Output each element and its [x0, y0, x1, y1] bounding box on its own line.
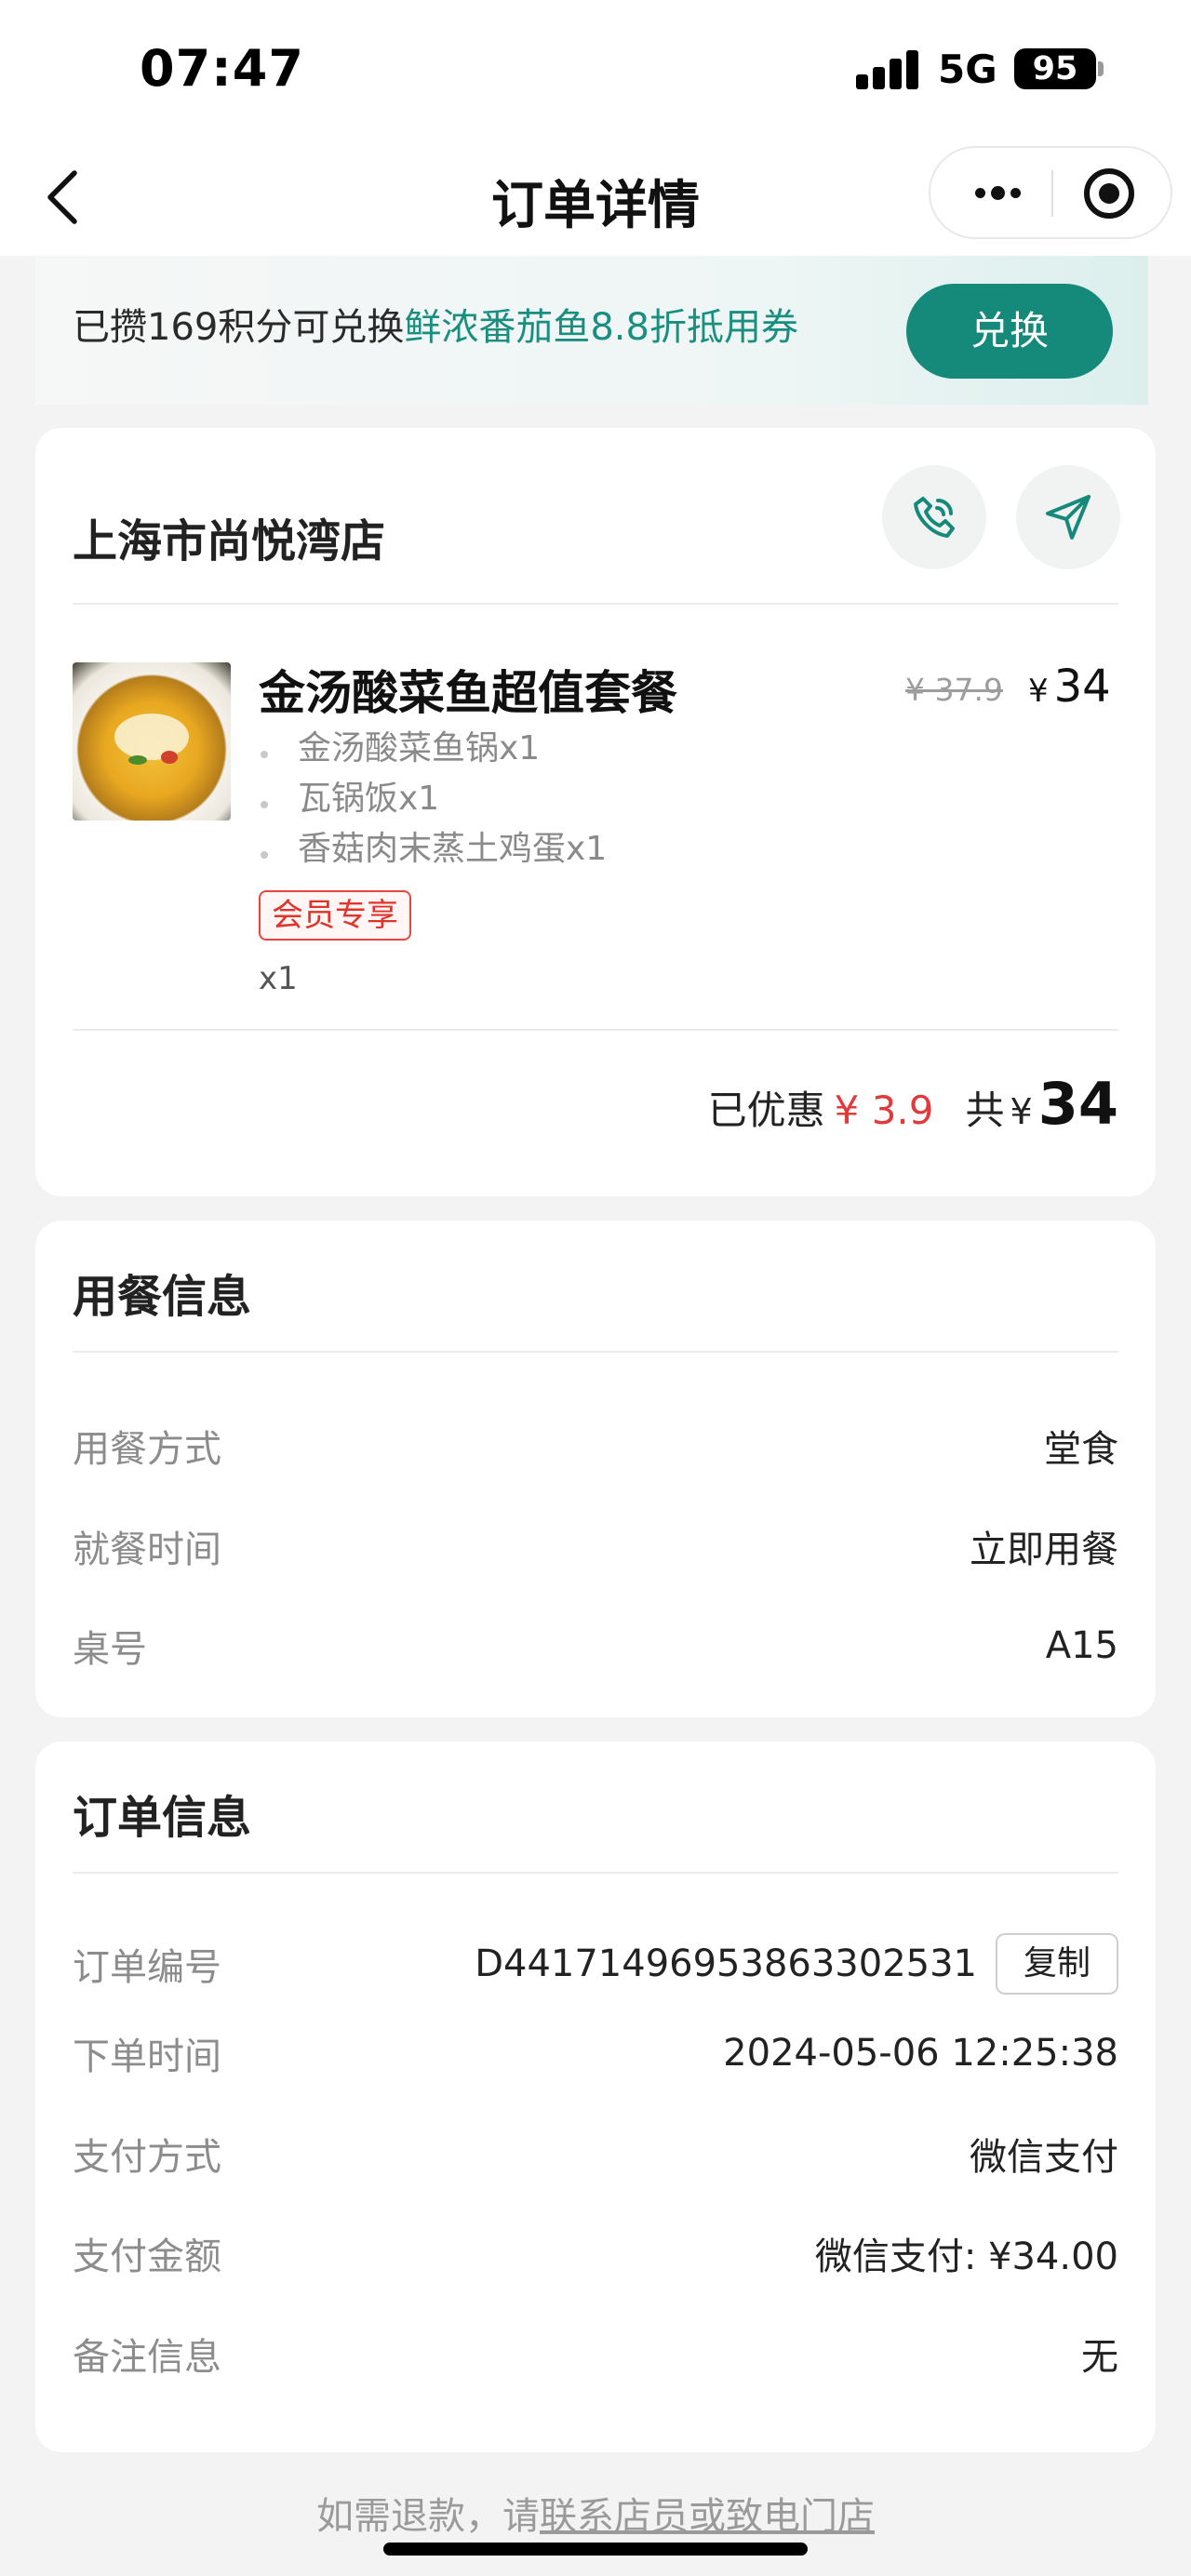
- row-label: 桌号: [73, 1628, 147, 1671]
- list-item: 瓦锅饭x1: [259, 774, 607, 824]
- network-label: 5G: [938, 47, 997, 92]
- current-price: ¥34: [1028, 661, 1111, 713]
- order-number-group: D44171496953863302531 复制: [475, 1933, 1118, 1995]
- original-price: ¥ 37.9: [905, 672, 1003, 708]
- order-info-card: 订单信息 订单编号 D44171496953863302531 复制 下单时间 …: [35, 1742, 1156, 2452]
- target-icon[interactable]: [1084, 168, 1134, 219]
- row-label: 支付金额: [73, 2236, 221, 2278]
- status-bar: 07:47 5G 95: [0, 0, 1191, 140]
- nav-bar: 订单详情: [0, 140, 1191, 256]
- dish-image: [73, 662, 231, 821]
- promo-coupon-name: 鲜浓番茄鱼8.8折抵用券: [404, 306, 798, 349]
- dining-time-row: 就餐时间 立即用餐: [73, 1518, 1118, 1574]
- promo-text: 已攒169积分可兑换鲜浓番茄鱼8.8折抵用券: [73, 297, 798, 351]
- store-name: 上海市尚悦湾店: [73, 515, 386, 567]
- row-value: 堂食: [1044, 1428, 1118, 1471]
- row-label: 用餐方式: [73, 1428, 221, 1471]
- points-promo-banner: 已攒169积分可兑换鲜浓番茄鱼8.8折抵用券 兑换: [35, 256, 1148, 405]
- current-price-value: 34: [1053, 661, 1111, 713]
- contact-store-link[interactable]: 联系店员或致电门店: [540, 2495, 875, 2538]
- row-value: A15: [1045, 1624, 1118, 1667]
- member-exclusive-badge: 会员专享: [259, 890, 411, 941]
- phone-icon: [914, 497, 955, 538]
- row-label: 支付方式: [73, 2136, 221, 2179]
- row-label: 备注信息: [73, 2336, 221, 2379]
- battery-tip: [1098, 61, 1104, 76]
- discount-label: 已优惠: [707, 1088, 825, 1133]
- row-label: 下单时间: [73, 2035, 221, 2078]
- set-components-list: 金汤酸菜鱼锅x1 瓦锅饭x1 香菇肉末蒸土鸡蛋x1: [259, 724, 607, 874]
- signal-icon: [856, 48, 921, 89]
- payment-method-row: 支付方式 微信支付: [73, 2126, 1118, 2182]
- remark-row: 备注信息 无: [73, 2326, 1118, 2382]
- row-value: 2024-05-06 12:25:38: [723, 2032, 1118, 2075]
- order-number: D44171496953863302531: [475, 1942, 977, 1985]
- store-divider: [73, 603, 1118, 605]
- row-value: 无: [1081, 2336, 1118, 2379]
- table-number-row: 桌号 A15: [73, 1618, 1118, 1674]
- promo-text-prefix: 已攒169积分可兑换: [73, 306, 405, 349]
- dining-method-row: 用餐方式 堂食: [73, 1418, 1118, 1474]
- copy-button[interactable]: 复制: [996, 1933, 1118, 1995]
- dish-name: 金汤酸菜鱼超值套餐: [259, 666, 677, 720]
- order-number-row: 订单编号 D44171496953863302531 复制: [73, 1929, 1118, 1998]
- order-summary: 已优惠 ¥ 3.9 共 ¥ 34: [708, 1070, 1118, 1138]
- order-info-title: 订单信息: [73, 1792, 252, 1844]
- list-item: 金汤酸菜鱼锅x1: [259, 724, 607, 774]
- dining-info-title: 用餐信息: [73, 1271, 252, 1323]
- status-time: 07:47: [140, 39, 304, 98]
- list-item: 香菇肉末蒸土鸡蛋x1: [259, 824, 607, 874]
- currency-symbol: ¥: [1028, 673, 1049, 710]
- row-value: 微信支付: [970, 2136, 1118, 2179]
- navigate-store-button[interactable]: [1016, 465, 1120, 569]
- order-divider: [73, 1872, 1118, 1874]
- dining-info-card: 用餐信息 用餐方式 堂食 就餐时间 立即用餐 桌号 A15: [35, 1221, 1156, 1717]
- row-value: 立即用餐: [970, 1528, 1118, 1571]
- redeem-button[interactable]: 兑换: [906, 284, 1113, 379]
- call-store-button[interactable]: [882, 465, 986, 569]
- capsule-divider: [1051, 170, 1053, 217]
- battery-icon: 95: [1014, 48, 1096, 89]
- total-value: 34: [1037, 1070, 1118, 1138]
- row-label: 订单编号: [73, 1946, 221, 1989]
- dining-divider: [73, 1351, 1118, 1353]
- dish-quantity: x1: [259, 960, 298, 997]
- navigate-icon: [1046, 495, 1091, 540]
- row-label: 就餐时间: [73, 1528, 221, 1571]
- order-time-row: 下单时间 2024-05-06 12:25:38: [73, 2025, 1118, 2081]
- more-icon[interactable]: [958, 148, 1037, 237]
- refund-note-prefix: 如需退款，请: [316, 2495, 540, 2538]
- payment-amount-row: 支付金额 微信支付: ¥34.00: [73, 2225, 1118, 2281]
- store-order-card: 上海市尚悦湾店 金汤酸菜鱼超值套餐 ¥ 37.9 ¥34 金汤酸菜鱼锅x1 瓦锅…: [35, 428, 1156, 1196]
- discount-value: ¥ 3.9: [834, 1088, 934, 1133]
- summary-divider: [73, 1029, 1118, 1031]
- refund-note: 如需退款，请联系店员或致电门店: [0, 2486, 1191, 2540]
- mini-program-capsule: [929, 146, 1172, 239]
- row-value: 微信支付: ¥34.00: [814, 2236, 1118, 2278]
- total-currency: ¥: [1010, 1091, 1033, 1132]
- total-label: 共: [965, 1088, 1005, 1133]
- home-indicator[interactable]: [383, 2543, 808, 2556]
